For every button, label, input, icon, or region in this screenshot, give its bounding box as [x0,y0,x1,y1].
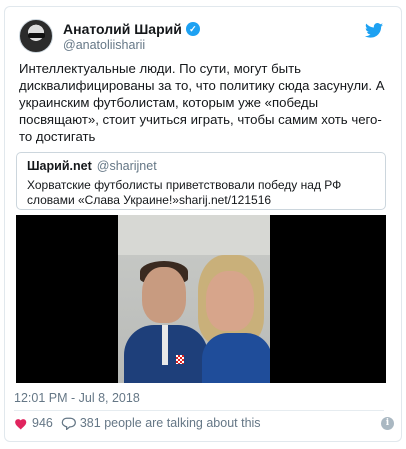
quoted-author-name: Шарий.net [27,159,92,173]
like-count: 946 [32,416,53,430]
avatar[interactable] [19,19,53,53]
tweet-text: Интеллектуальные люди. По сути, могут бы… [19,61,385,144]
heart-icon [15,418,27,430]
divider [14,410,384,411]
quoted-tweet[interactable]: Шарий.net @sharijnet Хорватские футболис… [16,152,386,210]
comment-icon [61,417,76,430]
video-frame [118,215,270,383]
tweet-header: Анатолий Шарий ✓ @anatoliisharii [19,17,391,57]
quoted-author-handle: @sharijnet [96,159,157,173]
verified-badge-icon: ✓ [185,22,200,36]
info-icon[interactable]: i [381,417,394,430]
quoted-tweet-text: Хорватские футболисты приветствовали поб… [27,178,342,207]
video-player[interactable] [16,215,386,383]
author-block[interactable]: Анатолий Шарий ✓ @anatoliisharii [63,21,200,52]
twitter-bird-icon[interactable] [365,23,383,38]
tweet-actions: 946 381 people are talking about this [14,416,269,430]
replies-label: 381 people are talking about this [79,416,261,430]
tweet-timestamp[interactable]: 12:01 PM - Jul 8, 2018 [14,391,140,405]
croatia-crest-icon [176,355,184,364]
author-handle[interactable]: @anatoliisharii [63,38,200,52]
author-name[interactable]: Анатолий Шарий [63,21,182,37]
like-action[interactable]: 946 [14,416,53,430]
reply-action[interactable]: 381 people are talking about this [61,416,261,430]
